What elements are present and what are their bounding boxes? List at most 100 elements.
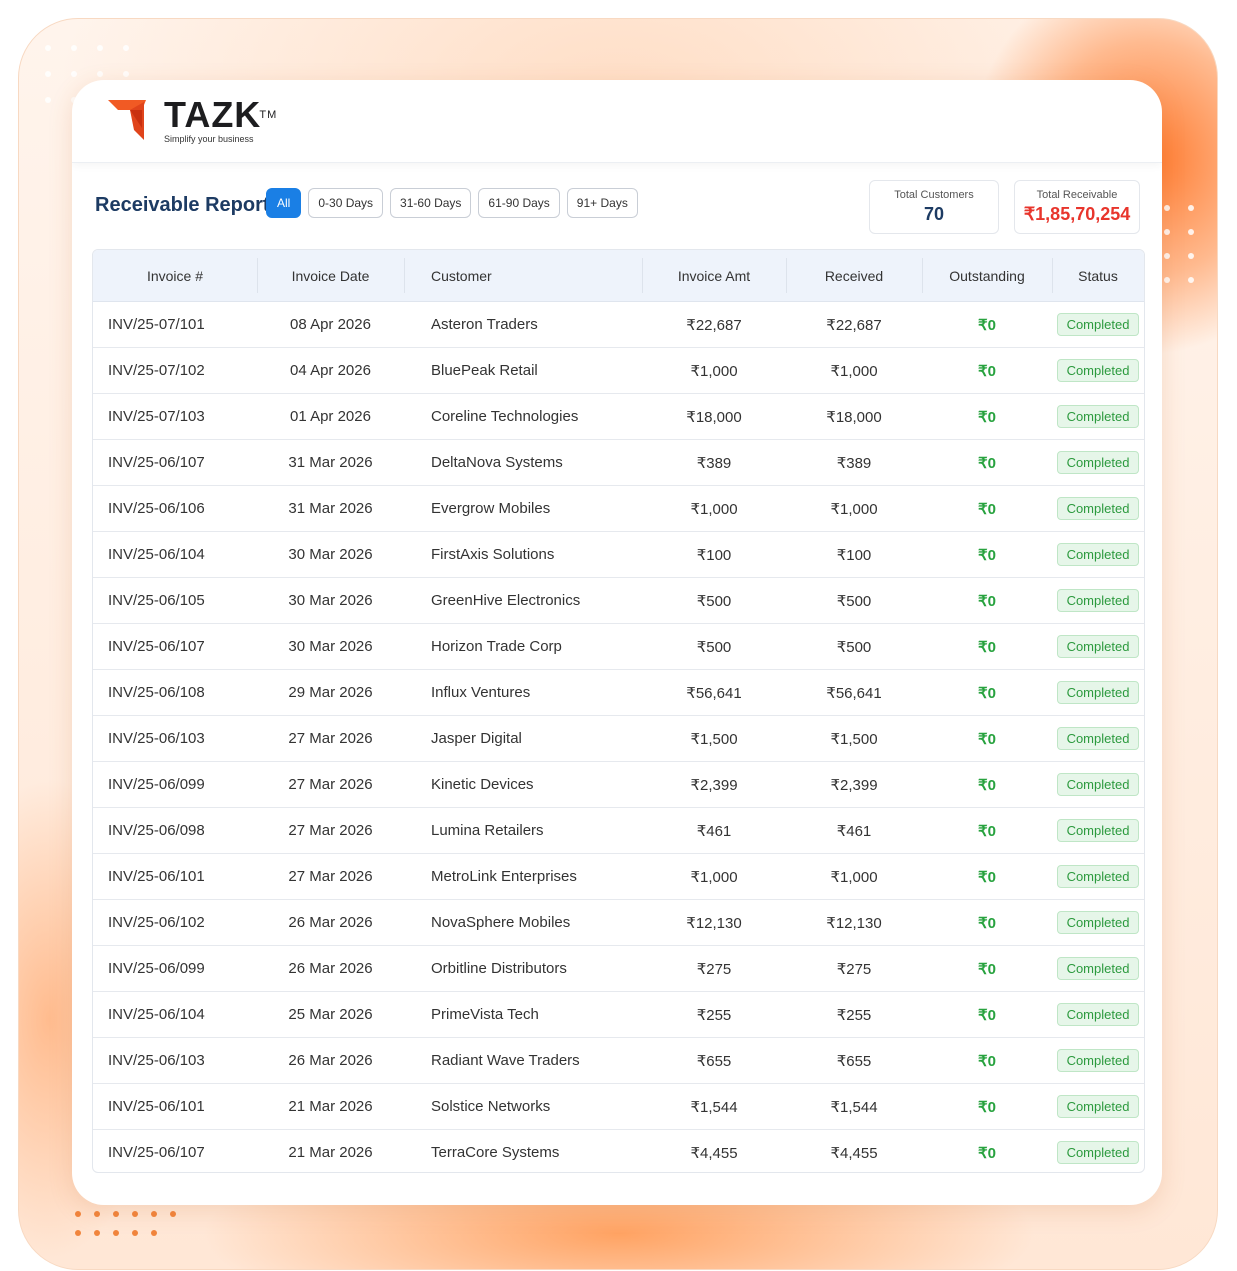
total-receivable-label: Total Receivable [1036, 189, 1118, 201]
status-badge: Completed [1056, 635, 1140, 658]
filter-61-90-days[interactable]: 61-90 Days [478, 188, 560, 218]
invoice-date-cell: 21 Mar 2026 [257, 1083, 404, 1130]
page-title: Receivable Report [95, 194, 270, 216]
report-toolbar: Receivable Report All 0-30 Days 31-60 Da… [94, 180, 1140, 234]
invoice-date-cell: 30 Mar 2026 [257, 531, 404, 578]
customer-cell: Influx Ventures [404, 669, 642, 716]
total-customers-label: Total Customers [894, 189, 974, 201]
invoice-date-cell: 04 Apr 2026 [257, 347, 404, 394]
invoice-date-cell: 27 Mar 2026 [257, 715, 404, 762]
received-cell: ₹1,000 [786, 485, 922, 532]
table-row[interactable]: INV/25-06/106 31 Mar 2026 Evergrow Mobiles… [93, 485, 1144, 532]
outstanding-cell: ₹0 [922, 531, 1052, 578]
invoice-number-cell: INV/25-06/101 [93, 1083, 257, 1130]
invoice-amount-cell: ₹1,000 [642, 347, 786, 394]
customer-cell: Radiant Wave Traders [404, 1037, 642, 1084]
table-row[interactable]: INV/25-06/107 21 Mar 2026 TerraCore System… [93, 1129, 1144, 1172]
invoice-date-cell: 26 Mar 2026 [257, 1037, 404, 1084]
invoice-amount-cell: ₹22,687 [642, 301, 786, 348]
filter-0-30-days[interactable]: 0-30 Days [308, 188, 384, 218]
filter-all[interactable]: All [266, 188, 302, 218]
invoice-date-cell: 21 Mar 2026 [257, 1129, 404, 1172]
customer-cell: GreenHive Electronics [404, 577, 642, 624]
received-cell: ₹275 [786, 945, 922, 992]
status-badge: Completed [1056, 727, 1140, 750]
table-row[interactable]: INV/25-06/101 27 Mar 2026 MetroLink Enterp… [93, 853, 1144, 900]
invoice-date-cell: 31 Mar 2026 [257, 439, 404, 486]
invoice-number-cell: INV/25-06/103 [93, 1037, 257, 1084]
invoice-date-cell: 08 Apr 2026 [257, 301, 404, 348]
table-row[interactable]: INV/25-06/099 27 Mar 2026 Kinetic Devices ₹… [93, 761, 1144, 808]
received-cell: ₹4,455 [786, 1129, 922, 1172]
invoice-number-cell: INV/25-07/101 [93, 301, 257, 348]
outstanding-cell: ₹0 [922, 485, 1052, 532]
table-row[interactable]: INV/25-06/104 25 Mar 2026 PrimeVista Tech ₹… [93, 991, 1144, 1038]
table-row[interactable]: INV/25-06/101 21 Mar 2026 Solstice Network… [93, 1083, 1144, 1130]
status-badge: Completed [1056, 681, 1140, 704]
invoice-number-cell: INV/25-06/099 [93, 761, 257, 808]
status-badge: Completed [1056, 1003, 1140, 1026]
table-row[interactable]: INV/25-07/101 08 Apr 2026 Asteron Traders ₹… [93, 301, 1144, 348]
table-row[interactable]: INV/25-06/107 30 Mar 2026 Horizon Trade Co… [93, 623, 1144, 670]
received-cell: ₹255 [786, 991, 922, 1038]
table-row[interactable]: INV/25-06/102 26 Mar 2026 NovaSphere Mobil… [93, 899, 1144, 946]
invoice-amount-cell: ₹655 [642, 1037, 786, 1084]
filter-31-60-days[interactable]: 31-60 Days [390, 188, 472, 218]
table-row[interactable]: INV/25-06/103 27 Mar 2026 Jasper Digital ₹1… [93, 715, 1144, 762]
invoice-number-cell: INV/25-06/107 [93, 439, 257, 486]
table-row[interactable]: INV/25-06/107 31 Mar 2026 DeltaNova System… [93, 439, 1144, 486]
invoice-number-cell: INV/25-06/108 [93, 669, 257, 716]
report-card: TAZK TM Simplify your business Receivable… [72, 80, 1162, 1205]
outstanding-cell: ₹0 [922, 669, 1052, 716]
status-cell: Completed [1052, 577, 1144, 624]
invoice-date-cell: 31 Mar 2026 [257, 485, 404, 532]
outstanding-cell: ₹0 [922, 439, 1052, 486]
customer-cell: Kinetic Devices [404, 761, 642, 808]
outstanding-cell: ₹0 [922, 945, 1052, 992]
status-cell: Completed [1052, 715, 1144, 762]
column-header-invoice-date[interactable]: Invoice Date [257, 250, 404, 302]
brand-logo: TAZK TM Simplify your business [106, 97, 276, 144]
status-badge: Completed [1056, 451, 1140, 474]
invoice-amount-cell: ₹275 [642, 945, 786, 992]
received-cell: ₹655 [786, 1037, 922, 1084]
customer-cell: Asteron Traders [404, 301, 642, 348]
column-header-status[interactable]: Status [1052, 250, 1144, 302]
filter-91-plus-days[interactable]: 91+ Days [566, 188, 638, 218]
received-cell: ₹100 [786, 531, 922, 578]
invoice-number-cell: INV/25-07/102 [93, 347, 257, 394]
invoice-amount-cell: ₹255 [642, 991, 786, 1038]
received-cell: ₹500 [786, 623, 922, 670]
table-row[interactable]: INV/25-06/108 29 Mar 2026 Influx Ventures ₹… [93, 669, 1144, 716]
received-cell: ₹56,641 [786, 669, 922, 716]
received-cell: ₹1,500 [786, 715, 922, 762]
invoice-date-cell: 01 Apr 2026 [257, 393, 404, 440]
column-header-invoice-number[interactable]: Invoice # [93, 250, 257, 302]
table-row[interactable]: INV/25-06/099 26 Mar 2026 Orbitline Distri… [93, 945, 1144, 992]
status-badge: Completed [1056, 497, 1140, 520]
status-badge: Completed [1056, 911, 1140, 934]
invoice-date-cell: 30 Mar 2026 [257, 623, 404, 670]
status-badge: Completed [1056, 1049, 1140, 1072]
table-row[interactable]: INV/25-07/102 04 Apr 2026 BluePeak Retail ₹… [93, 347, 1144, 394]
column-header-outstanding[interactable]: Outstanding [922, 250, 1052, 302]
outstanding-cell: ₹0 [922, 301, 1052, 348]
table-row[interactable]: INV/25-06/104 30 Mar 2026 FirstAxis Soluti… [93, 531, 1144, 578]
received-cell: ₹22,687 [786, 301, 922, 348]
table-row[interactable]: INV/25-06/103 26 Mar 2026 Radiant Wave Tra… [93, 1037, 1144, 1084]
table-body: INV/25-07/101 08 Apr 2026 Asteron Traders ₹… [93, 301, 1144, 1172]
table-row[interactable]: INV/25-06/105 30 Mar 2026 GreenHive Electr… [93, 577, 1144, 624]
received-cell: ₹2,399 [786, 761, 922, 808]
table-row[interactable]: INV/25-07/103 01 Apr 2026 Coreline Technol… [93, 393, 1144, 440]
decorative-dots-bottom-left [75, 1211, 176, 1236]
invoice-amount-cell: ₹12,130 [642, 899, 786, 946]
table-row[interactable]: INV/25-06/098 27 Mar 2026 Lumina Retailers… [93, 807, 1144, 854]
customer-cell: Evergrow Mobiles [404, 485, 642, 532]
column-header-received[interactable]: Received [786, 250, 922, 302]
column-header-invoice-amount[interactable]: Invoice Amt [642, 250, 786, 302]
outstanding-cell: ₹0 [922, 393, 1052, 440]
invoice-number-cell: INV/25-06/099 [93, 945, 257, 992]
column-header-customer[interactable]: Customer [404, 250, 642, 302]
invoice-number-cell: INV/25-06/098 [93, 807, 257, 854]
invoice-amount-cell: ₹1,000 [642, 853, 786, 900]
